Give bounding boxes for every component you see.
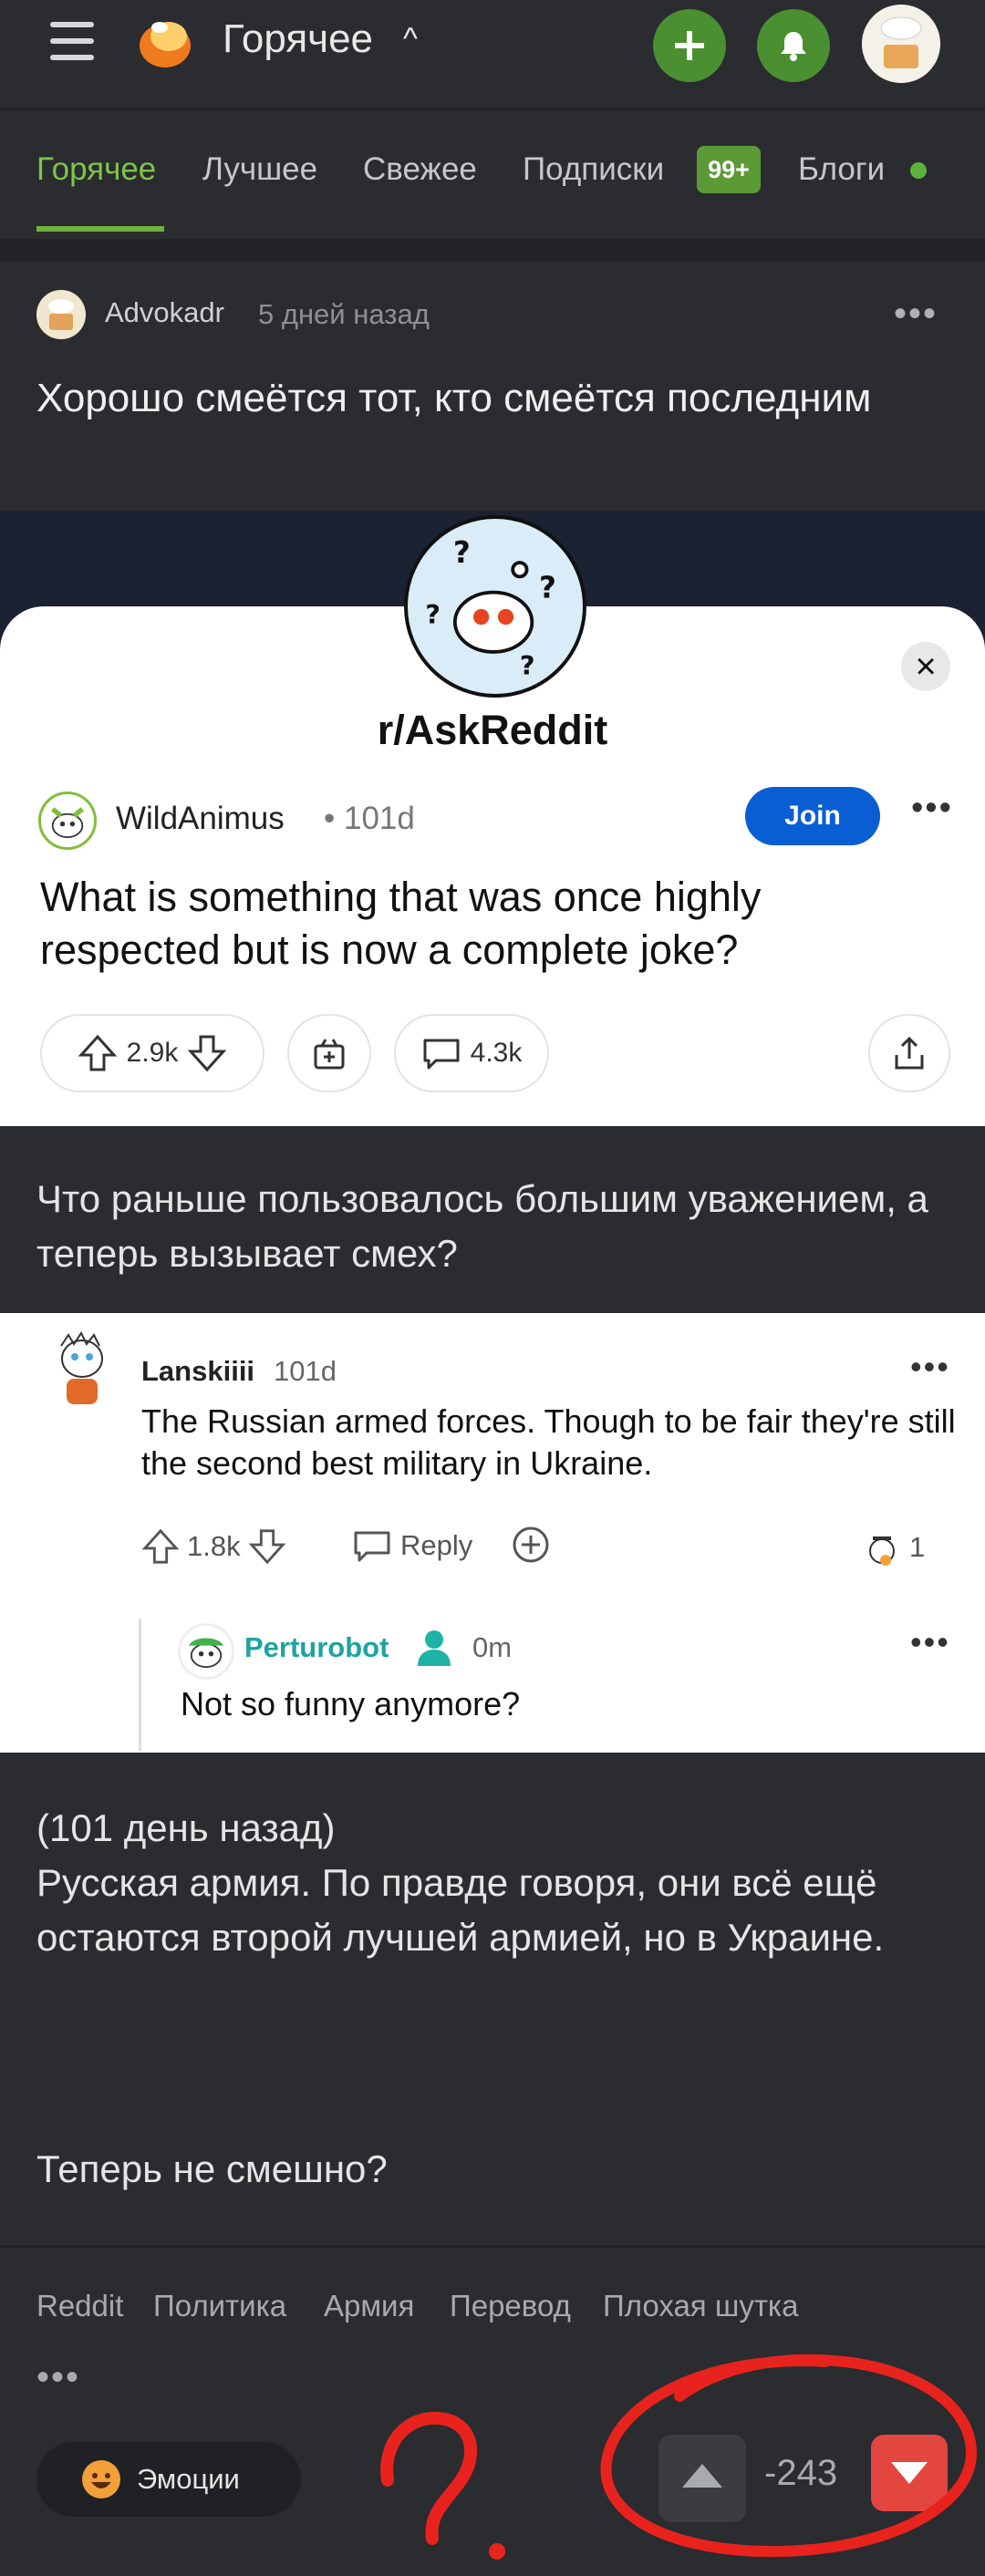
feed-title[interactable]: Горячее <box>223 16 373 62</box>
reply-text: Not so funny anymore? <box>181 1685 521 1723</box>
tab-best[interactable]: Лучшее <box>202 151 317 188</box>
thread-line <box>139 1619 141 1751</box>
comment-awards: 1 <box>862 1527 925 1567</box>
reply-username: Perturobot <box>244 1631 389 1663</box>
askreddit-snoo-icon: ? ? ? ? <box>404 515 586 698</box>
lanskiiii-avatar <box>60 1331 103 1404</box>
post-last-line: Теперь не смешно? <box>36 2147 388 2190</box>
comment-text: The Russian armed forces. Though to be f… <box>141 1402 956 1482</box>
tag-army[interactable]: Армия <box>324 2289 414 2323</box>
body-line: (101 день назад) <box>36 1806 336 1849</box>
reddit-award-pill <box>287 1014 371 1092</box>
tag-reddit[interactable]: Reddit <box>36 2289 123 2323</box>
post-time: 5 дней назад <box>258 298 430 330</box>
reply-age: 0m <box>472 1631 513 1663</box>
comment-votes: 1.8k <box>141 1527 286 1566</box>
user-icon <box>418 1630 451 1666</box>
downvote-icon <box>248 1529 286 1565</box>
red-scribble-annotation <box>380 2354 978 2560</box>
tab-fresh[interactable]: Свежее <box>363 151 477 188</box>
reddit-vote-pill: 2.9k <box>40 1014 264 1092</box>
chevron-up-icon[interactable]: ^ <box>403 22 418 57</box>
svg-text:?: ? <box>425 599 441 630</box>
svg-text:?: ? <box>539 570 556 605</box>
tag-bad-joke[interactable]: Плохая шутка <box>603 2289 798 2323</box>
add-post-button[interactable] <box>653 9 726 82</box>
reddit-username: WildAnimus <box>116 801 285 836</box>
comment-vote-count: 1.8k <box>187 1530 241 1562</box>
top-bar: Горячее ^ <box>0 0 985 109</box>
post-body: (101 день назад) Русская армия. По правд… <box>36 1801 949 1965</box>
tab-blogs[interactable]: Блоги <box>798 151 885 188</box>
user-avatar[interactable] <box>862 5 940 83</box>
tag-translation[interactable]: Перевод <box>450 2289 571 2323</box>
comment-more-icon: ••• <box>910 1348 950 1385</box>
reddit-comments-pill: 4.3k <box>394 1014 549 1092</box>
menu-icon[interactable] <box>50 20 96 62</box>
question-translation: Что раньше пользовалось большим уважение… <box>36 1177 928 1275</box>
tab-hot[interactable]: Горячее <box>36 151 156 188</box>
reddit-comment-count: 4.3k <box>470 1038 523 1068</box>
active-tab-underline <box>36 226 164 232</box>
reddit-question: What is something that was once highly r… <box>40 874 762 973</box>
post-author[interactable]: Advokadr <box>105 296 224 329</box>
award-icon <box>314 1039 345 1070</box>
share-icon <box>895 1036 924 1070</box>
comment-age: 101d <box>274 1355 337 1387</box>
body-line: Русская армия. По правде говоря, они всё… <box>36 1861 885 1959</box>
plus-icon <box>675 31 704 60</box>
downvote-icon <box>187 1035 227 1072</box>
comment-icon <box>354 1531 390 1562</box>
comment-icon <box>423 1039 460 1070</box>
tag-politics[interactable]: Политика <box>153 2289 286 2323</box>
divider <box>0 2245 985 2248</box>
wildanimus-avatar <box>38 791 97 850</box>
svg-text:?: ? <box>520 650 535 681</box>
join-button: Join <box>745 787 880 845</box>
award-count: 1 <box>909 1531 926 1563</box>
post-more-icon[interactable]: ••• <box>894 294 938 335</box>
author-avatar[interactable] <box>36 290 86 339</box>
comment-reply: Reply <box>351 1527 472 1564</box>
reddit-more-icon: ••• <box>911 789 953 827</box>
divider <box>0 239 985 261</box>
add-award-icon <box>513 1526 549 1563</box>
reply-label: Reply <box>400 1529 473 1561</box>
pikabu-logo[interactable] <box>132 9 198 75</box>
perturobot-avatar <box>178 1623 234 1680</box>
upvote-icon <box>78 1034 118 1071</box>
award-badge-icon <box>869 1536 895 1566</box>
post-title[interactable]: Хорошо смеётся тот, кто смеётся последни… <box>36 369 930 428</box>
reddit-post-age: • 101d <box>324 801 415 836</box>
reply-more-icon: ••• <box>910 1623 950 1660</box>
close-icon[interactable]: × <box>901 642 950 691</box>
reddit-vote-count: 2.9k <box>126 1038 179 1068</box>
notifications-button[interactable] <box>757 9 830 82</box>
blogs-indicator-dot <box>910 162 927 179</box>
bell-icon <box>781 32 806 61</box>
subscriptions-badge: 99+ <box>697 146 761 193</box>
comment-username: Lanskiiii <box>141 1355 255 1387</box>
tab-subscriptions[interactable]: Подписки <box>523 151 664 188</box>
svg-text:?: ? <box>453 535 471 570</box>
upvote-icon <box>141 1528 180 1564</box>
reddit-share-pill <box>868 1014 950 1092</box>
subreddit-name: r/AskReddit <box>377 707 608 753</box>
